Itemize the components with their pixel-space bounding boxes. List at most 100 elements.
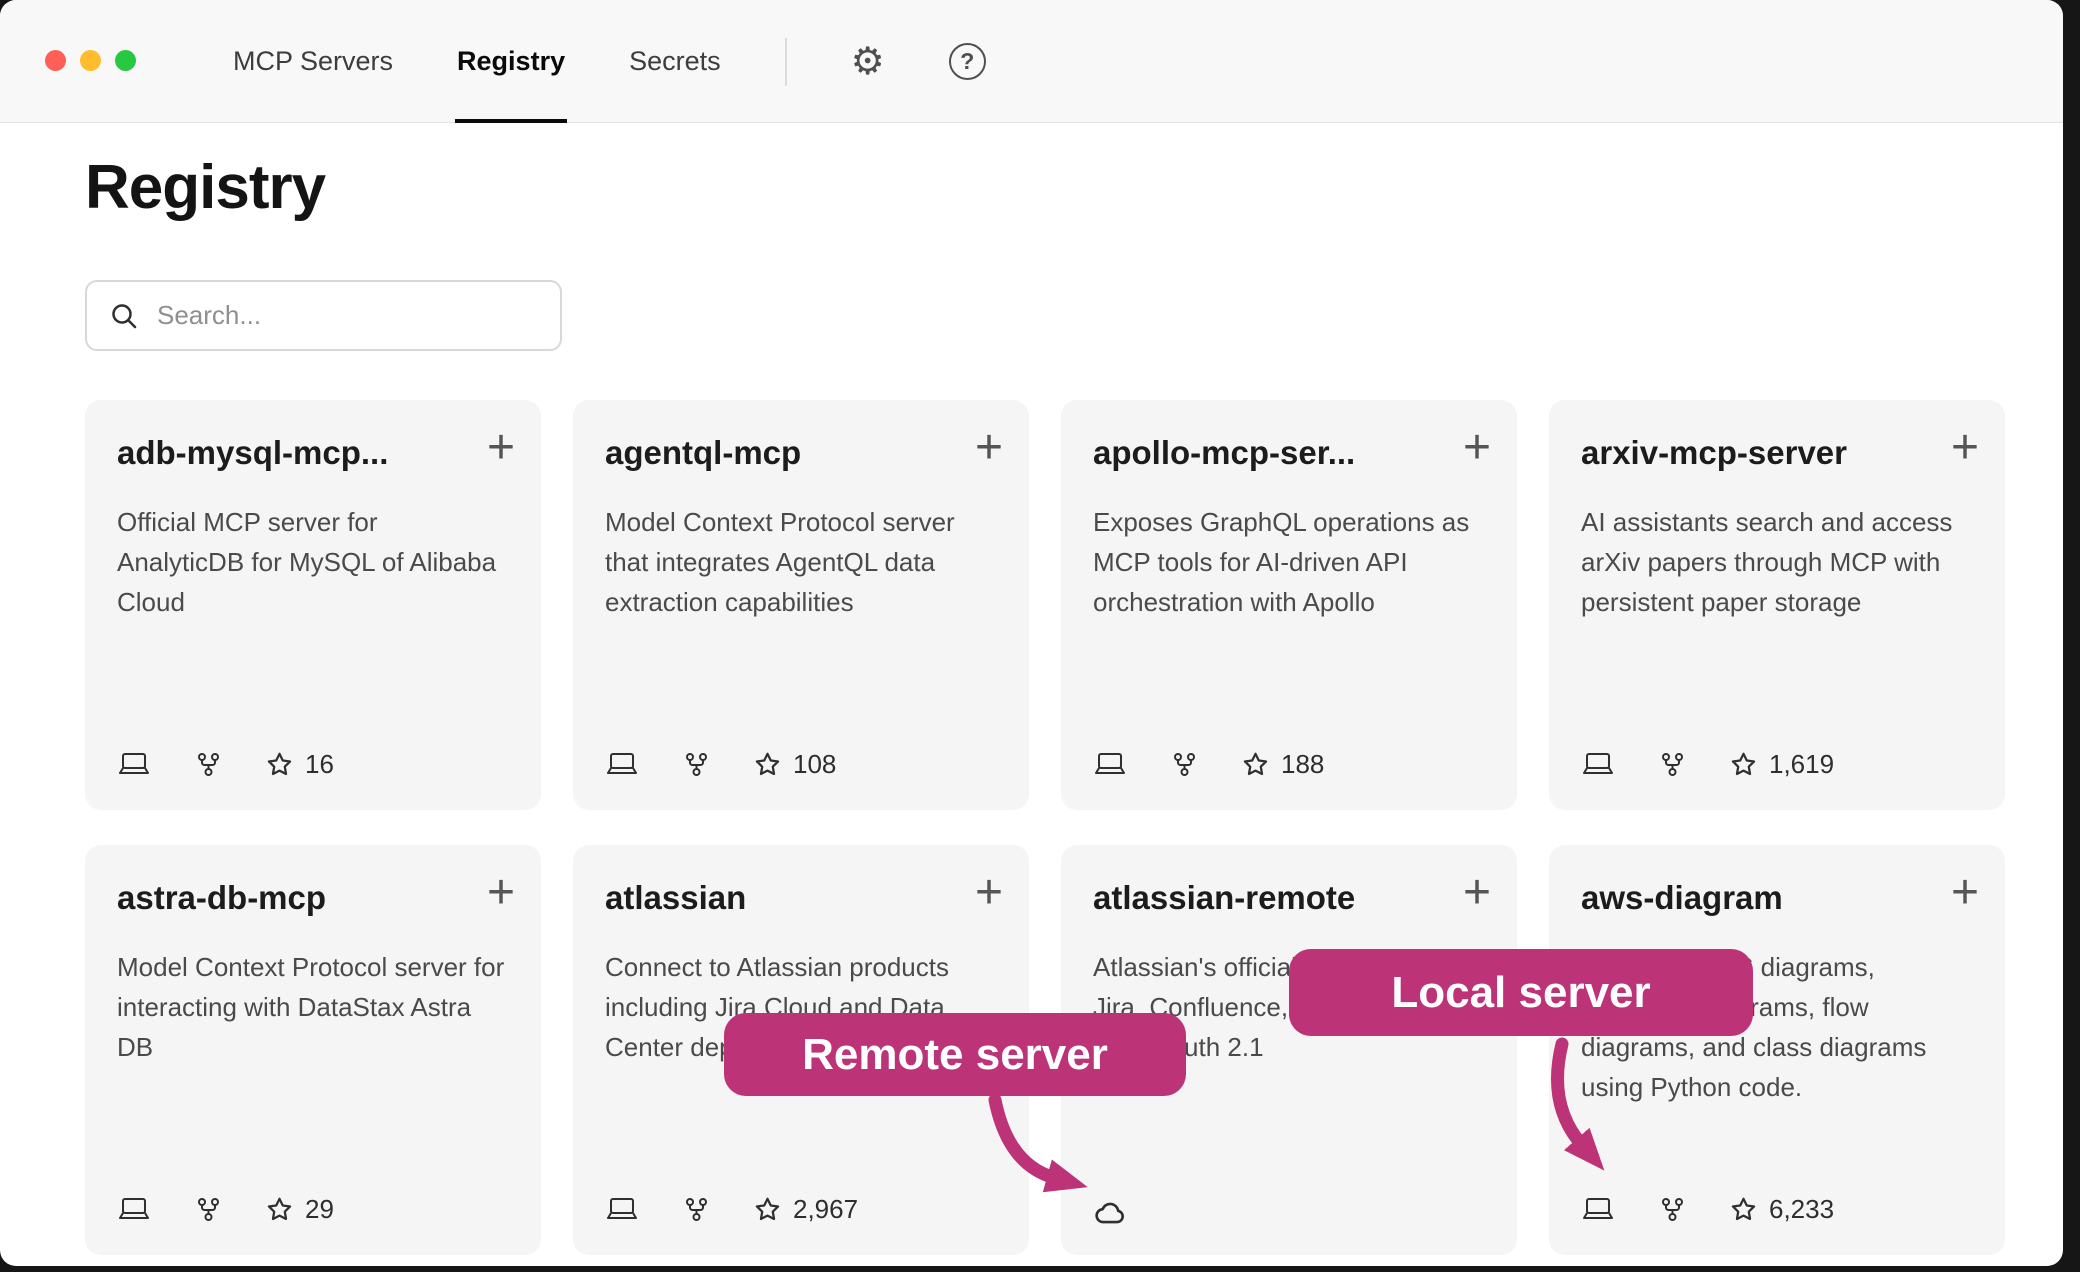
plus-icon: +	[1463, 866, 1491, 919]
minimize-window-button[interactable]	[80, 50, 101, 71]
search-box	[85, 280, 562, 351]
card-footer: 2,967	[605, 1194, 858, 1225]
server-description: Exposes GraphQL operations as MCP tools …	[1093, 502, 1485, 622]
add-server-button[interactable]: +	[1945, 418, 1985, 478]
cards-grid: adb-mysql-mcp... + Official MCP server f…	[85, 400, 2005, 1255]
star-count-value: 108	[793, 749, 836, 780]
star-icon	[754, 751, 781, 778]
tab-secrets[interactable]: Secrets	[629, 0, 721, 123]
star-count-value: 6,233	[1769, 1194, 1834, 1225]
star-count-value: 16	[305, 749, 334, 780]
tab-registry[interactable]: Registry	[457, 0, 565, 123]
add-server-button[interactable]: +	[1457, 418, 1497, 478]
tab-registry-label: Registry	[457, 46, 565, 77]
git-fork-icon	[1171, 751, 1198, 778]
card-footer: 6,233	[1581, 1194, 1834, 1225]
star-count-value: 188	[1281, 749, 1324, 780]
star-icon	[266, 751, 293, 778]
star-count: 6,233	[1730, 1194, 1834, 1225]
star-icon	[1730, 1196, 1757, 1223]
server-description: Official MCP server for AnalyticDB for M…	[117, 502, 509, 622]
laptop-icon	[1093, 751, 1127, 778]
server-name: arxiv-mcp-server	[1581, 434, 1931, 472]
server-card-arxiv-mcp-server[interactable]: arxiv-mcp-server + AI assistants search …	[1549, 400, 2005, 810]
server-name: adb-mysql-mcp...	[117, 434, 467, 472]
star-count: 16	[266, 749, 334, 780]
card-footer	[1093, 1199, 1127, 1225]
star-count: 108	[754, 749, 836, 780]
card-footer: 108	[605, 749, 836, 780]
git-fork-icon	[1659, 751, 1686, 778]
star-count: 29	[266, 1194, 334, 1225]
plus-icon: +	[1951, 866, 1979, 919]
server-description: AI assistants search and access arXiv pa…	[1581, 502, 1973, 622]
tab-mcp-servers-label: MCP Servers	[233, 46, 393, 77]
laptop-icon	[605, 1196, 639, 1223]
app-window: MCP Servers Registry Secrets ⚙ ? Registr…	[0, 0, 2063, 1266]
server-name: atlassian	[605, 879, 955, 917]
plus-icon: +	[1951, 421, 1979, 474]
star-count: 188	[1242, 749, 1324, 780]
search-input[interactable]	[155, 299, 538, 332]
add-server-button[interactable]: +	[1457, 863, 1497, 923]
server-card-apollo-mcp-server[interactable]: apollo-mcp-ser... + Exposes GraphQL oper…	[1061, 400, 1517, 810]
laptop-icon	[1581, 751, 1615, 778]
help-icon[interactable]: ?	[949, 43, 986, 80]
laptop-icon	[117, 751, 151, 778]
star-count-value: 29	[305, 1194, 334, 1225]
server-name: apollo-mcp-ser...	[1093, 434, 1443, 472]
star-count-value: 1,619	[1769, 749, 1834, 780]
nav-divider	[785, 38, 787, 86]
main-nav: MCP Servers Registry Secrets ⚙ ?	[233, 0, 986, 123]
star-icon	[754, 1196, 781, 1223]
card-footer: 16	[117, 749, 334, 780]
remote-server-annotation: Remote server	[724, 1013, 1186, 1096]
server-card-agentql-mcp[interactable]: agentql-mcp + Model Context Protocol ser…	[573, 400, 1029, 810]
card-footer: 29	[117, 1194, 334, 1225]
tab-secrets-label: Secrets	[629, 46, 721, 77]
remote-server-annotation-label: Remote server	[802, 1030, 1108, 1080]
star-icon	[1730, 751, 1757, 778]
git-fork-icon	[683, 751, 710, 778]
server-description: Model Context Protocol server for intera…	[117, 947, 509, 1067]
server-card-astra-db-mcp[interactable]: astra-db-mcp + Model Context Protocol se…	[85, 845, 541, 1255]
git-fork-icon	[195, 751, 222, 778]
git-fork-icon	[1659, 1196, 1686, 1223]
plus-icon: +	[487, 421, 515, 474]
card-footer: 188	[1093, 749, 1324, 780]
server-card-adb-mysql-mcp[interactable]: adb-mysql-mcp... + Official MCP server f…	[85, 400, 541, 810]
settings-gear-icon[interactable]: ⚙	[851, 43, 885, 81]
laptop-icon	[1581, 1196, 1615, 1223]
zoom-window-button[interactable]	[115, 50, 136, 71]
server-name: agentql-mcp	[605, 434, 955, 472]
laptop-icon	[117, 1196, 151, 1223]
plus-icon: +	[975, 866, 1003, 919]
plus-icon: +	[975, 421, 1003, 474]
add-server-button[interactable]: +	[481, 418, 521, 478]
add-server-button[interactable]: +	[481, 863, 521, 923]
search-icon	[109, 301, 139, 331]
star-count-value: 2,967	[793, 1194, 858, 1225]
titlebar: MCP Servers Registry Secrets ⚙ ?	[0, 0, 2063, 123]
add-server-button[interactable]: +	[969, 418, 1009, 478]
add-server-button[interactable]: +	[969, 863, 1009, 923]
add-server-button[interactable]: +	[1945, 863, 1985, 923]
server-description: Model Context Protocol server that integ…	[605, 502, 997, 622]
star-count: 1,619	[1730, 749, 1834, 780]
star-icon	[266, 1196, 293, 1223]
plus-icon: +	[1463, 421, 1491, 474]
local-server-annotation: Local server	[1289, 949, 1753, 1036]
tab-mcp-servers[interactable]: MCP Servers	[233, 0, 393, 123]
git-fork-icon	[683, 1196, 710, 1223]
server-card-aws-diagram[interactable]: aws-diagram + Generate AWS diagrams, seq…	[1549, 845, 2005, 1255]
star-count: 2,967	[754, 1194, 858, 1225]
server-name: astra-db-mcp	[117, 879, 467, 917]
card-footer: 1,619	[1581, 749, 1834, 780]
server-name: aws-diagram	[1581, 879, 1931, 917]
plus-icon: +	[487, 866, 515, 919]
git-fork-icon	[195, 1196, 222, 1223]
close-window-button[interactable]	[45, 50, 66, 71]
traffic-lights	[45, 50, 136, 71]
server-name: atlassian-remote	[1093, 879, 1443, 917]
local-server-annotation-label: Local server	[1391, 968, 1650, 1018]
